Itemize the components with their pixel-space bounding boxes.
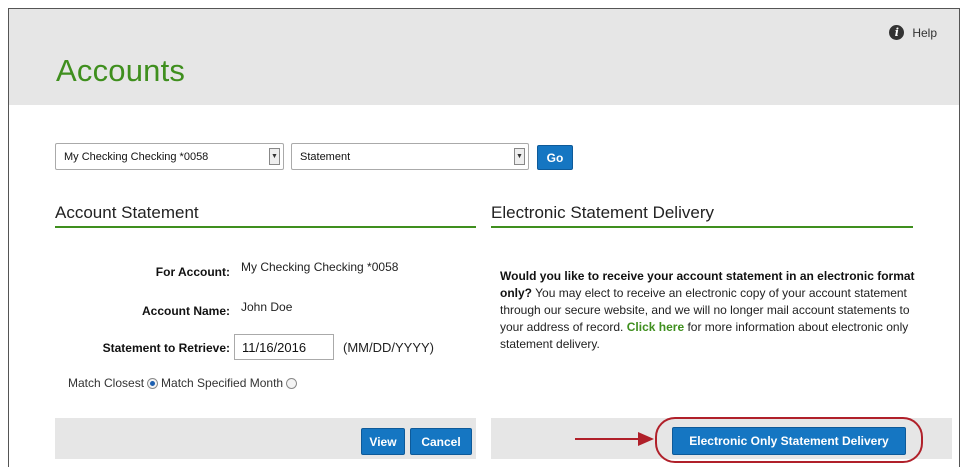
account-statement-title: Account Statement [55, 203, 199, 222]
match-specified-label: Match Specified Month [161, 376, 284, 390]
view-button[interactable]: View [361, 428, 405, 455]
annotation-highlight-oval [655, 417, 923, 463]
page-title: Accounts [56, 53, 186, 88]
date-format-hint: (MM/DD/YYYY) [343, 340, 434, 355]
chevron-down-icon[interactable]: ▼ [269, 148, 280, 165]
account-select[interactable]: My Checking Checking *0058 ▼ [55, 143, 284, 170]
click-here-link[interactable]: Click here [627, 320, 684, 334]
annotation-arrow [575, 438, 641, 440]
statement-type-value: Statement [300, 150, 351, 163]
account-name-label: Account Name: [141, 304, 230, 318]
go-button[interactable]: Go [537, 145, 573, 170]
account-select-value: My Checking Checking *0058 [64, 150, 209, 163]
page-header: Accounts i Help [9, 9, 959, 105]
match-specified-radio[interactable] [286, 377, 298, 389]
info-icon: i [889, 25, 905, 40]
for-account-value: My Checking Checking *0058 [241, 260, 399, 274]
section-divider [491, 226, 913, 228]
match-closest-label: Match Closest [68, 376, 145, 390]
match-closest-radio[interactable] [147, 377, 159, 389]
match-options: Match Closest Match Specified Month [68, 376, 300, 390]
statement-retrieve-label: Statement to Retrieve: [102, 341, 230, 355]
account-name-value: John Doe [241, 300, 293, 314]
electronic-delivery-description: Would you like to receive your account s… [500, 268, 920, 353]
app-frame: Accounts i Help [8, 8, 960, 467]
statement-date-input[interactable]: 11/16/2016 [234, 334, 334, 360]
cancel-button[interactable]: Cancel [410, 428, 472, 455]
annotation-arrow-head [638, 432, 654, 446]
statement-type-select[interactable]: Statement ▼ [291, 143, 529, 170]
electronic-delivery-title: Electronic Statement Delivery [491, 203, 714, 222]
chevron-down-icon[interactable]: ▼ [514, 148, 525, 165]
help-link[interactable]: i Help [889, 25, 937, 40]
section-divider [55, 226, 476, 228]
help-label: Help [912, 25, 937, 40]
for-account-label: For Account: [155, 265, 230, 279]
